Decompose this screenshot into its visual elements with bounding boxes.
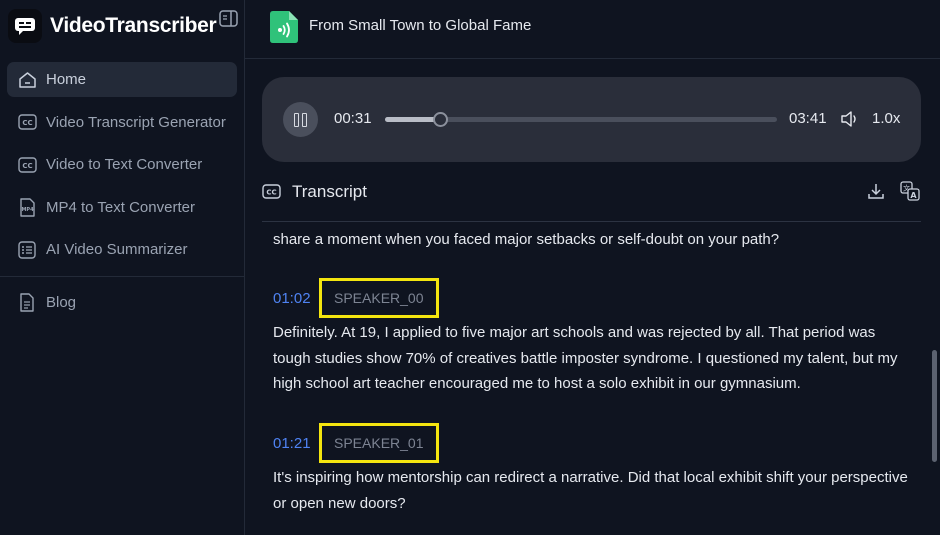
download-icon[interactable] xyxy=(867,182,885,200)
app-name: VideoTranscriber xyxy=(50,14,217,37)
speaker-label[interactable]: SPEAKER_01 xyxy=(319,423,439,463)
transcript-text: share a moment when you faced major setb… xyxy=(273,231,780,248)
file-header: From Small Town to Global Fame xyxy=(245,0,940,59)
cc-icon: CC xyxy=(262,184,281,199)
sidebar-item-mp4-to-text-converter[interactable]: MP4 MP4 to Text Converter xyxy=(7,190,237,225)
sidebar-item-video-to-text-converter[interactable]: CC Video to Text Converter xyxy=(7,147,237,182)
file-title: From Small Town to Global Fame xyxy=(309,17,532,34)
sidebar-item-label: Blog xyxy=(46,294,77,311)
sidebar: VideoTranscriber Home CC Video Transcrip… xyxy=(0,0,245,535)
sidebar-nav: Home CC Video Transcript Generator CC Vi… xyxy=(7,62,237,275)
svg-text:CC: CC xyxy=(266,189,276,197)
home-icon xyxy=(17,70,37,90)
transcript-header: CC Transcript 文A xyxy=(262,180,921,206)
sidebar-item-label: MP4 to Text Converter xyxy=(46,198,195,216)
audio-player: 00:31 03:41 1.0x xyxy=(262,77,921,162)
sidebar-item-home[interactable]: Home xyxy=(7,62,237,97)
duration: 03:41 xyxy=(789,110,827,127)
sidebar-item-blog[interactable]: Blog xyxy=(7,285,237,320)
segment-header: 01:02 SPEAKER_00 xyxy=(273,278,439,318)
pause-icon xyxy=(294,112,299,127)
sidebar-collapse-icon[interactable] xyxy=(218,8,238,28)
playback-speed[interactable]: 1.0x xyxy=(872,110,900,127)
sidebar-item-label: Video to Text Converter xyxy=(46,156,203,173)
sidebar-item-label: Video Transcript Generator xyxy=(46,113,226,131)
sidebar-divider xyxy=(0,276,245,277)
mp4-file-icon: MP4 xyxy=(17,197,37,217)
chat-bubble-icon xyxy=(8,9,42,43)
svg-text:CC: CC xyxy=(22,162,32,170)
sidebar-item-ai-video-summarizer[interactable]: AI Video Summarizer xyxy=(7,232,237,267)
svg-text:CC: CC xyxy=(22,119,32,127)
progress-slider[interactable] xyxy=(385,112,777,127)
sidebar-item-label: Home xyxy=(46,71,87,88)
svg-text:A: A xyxy=(910,191,917,200)
cc-icon: CC xyxy=(17,112,37,132)
segment-timestamp[interactable]: 01:21 xyxy=(273,435,319,452)
current-time: 00:31 xyxy=(334,110,372,127)
sidebar-item-video-transcript-generator[interactable]: CC Video Transcript Generator xyxy=(7,105,237,140)
list-icon xyxy=(17,240,37,260)
cc-icon: CC xyxy=(17,155,37,175)
transcript-text: Definitely. At 19, I applied to five maj… xyxy=(273,324,898,392)
document-icon xyxy=(17,293,37,313)
transcript-text: It's inspiring how mentorship can redire… xyxy=(273,469,908,512)
progress-thumb[interactable] xyxy=(432,112,448,127)
pause-button[interactable] xyxy=(283,102,318,137)
transcript-title: Transcript xyxy=(292,182,367,201)
sidebar-secondary-nav: Blog xyxy=(7,285,237,328)
brand[interactable]: VideoTranscriber xyxy=(8,8,240,44)
speaker-label[interactable]: SPEAKER_00 xyxy=(319,278,439,318)
audio-file-icon xyxy=(269,10,299,44)
translate-icon[interactable]: 文A xyxy=(900,181,920,201)
segment-timestamp[interactable]: 01:02 xyxy=(273,290,319,307)
progress-fill xyxy=(385,117,440,122)
svg-text:MP4: MP4 xyxy=(21,207,34,213)
sidebar-item-label: AI Video Summarizer xyxy=(46,241,188,258)
pause-icon-bar xyxy=(302,112,307,127)
segment-header: 01:21 SPEAKER_01 xyxy=(273,423,439,463)
volume-icon[interactable] xyxy=(841,111,859,127)
scrollbar[interactable] xyxy=(932,350,937,462)
transcript-divider xyxy=(262,221,921,222)
